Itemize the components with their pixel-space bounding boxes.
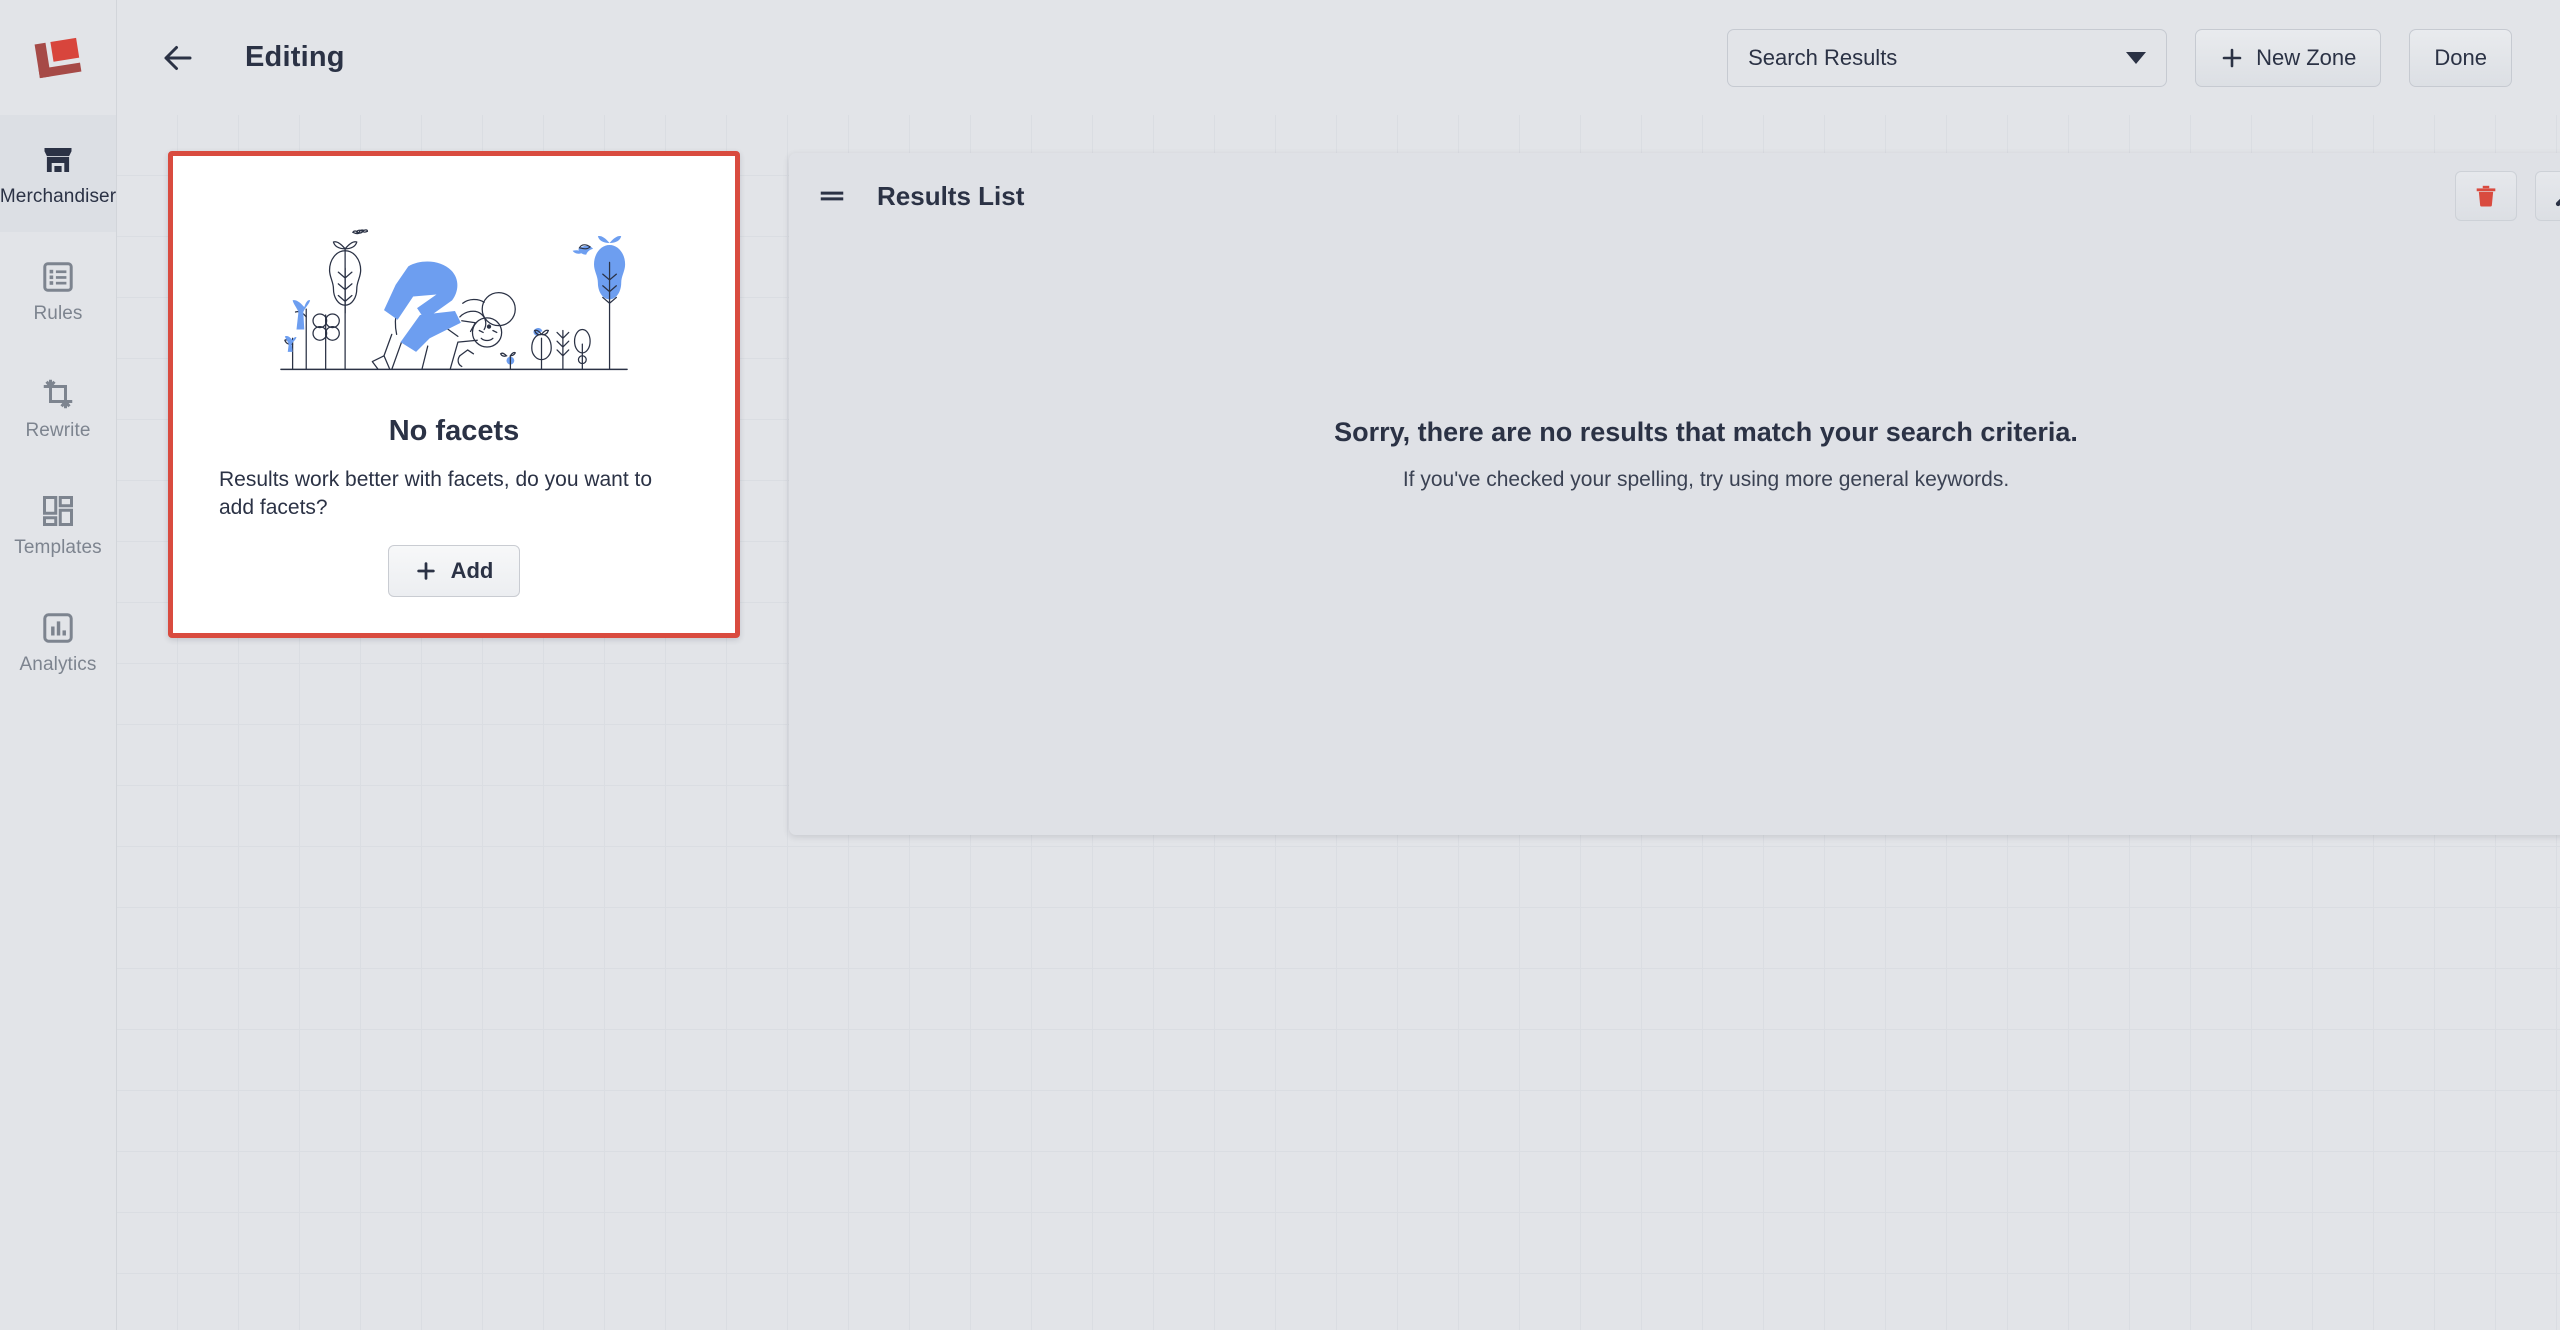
no-results-title: Sorry, there are no results that match y… (1334, 417, 2078, 447)
sidebar-item-label: Templates (14, 536, 102, 558)
done-button[interactable]: Done (2409, 28, 2512, 87)
trash-icon (2476, 185, 2496, 207)
app-logo[interactable] (0, 0, 116, 115)
results-list-actions (2455, 171, 2560, 221)
new-zone-button[interactable]: New Zone (2195, 28, 2382, 87)
results-list-header: Results List (789, 153, 2560, 239)
wrench-icon (2555, 198, 2560, 207)
crop-rewrite-icon (43, 379, 73, 408)
sidebar-item-analytics[interactable]: Analytics (0, 583, 116, 700)
list-rules-icon (43, 261, 73, 292)
grid-templates-icon (43, 495, 73, 526)
zone-canvas: No facets Results work better with facet… (117, 115, 2560, 1330)
lucidworks-logo-icon (34, 37, 82, 78)
results-list-title: Results List (877, 180, 1025, 211)
sidebar-item-label: Analytics (19, 653, 97, 675)
sidebar-item-templates[interactable]: Templates (0, 466, 116, 583)
sidebar-item-label: Merchandiser (0, 185, 117, 207)
results-list-empty-state: Sorry, there are no results that match y… (789, 239, 2560, 835)
drag-handle-icon[interactable] (817, 181, 847, 211)
zone-select-value: Search Results (1748, 44, 1898, 70)
storefront-icon (44, 147, 72, 172)
add-facet-label: Add (450, 557, 494, 583)
add-facet-button[interactable]: Add (387, 544, 521, 597)
top-toolbar: Editing Search Results New Zone Done (117, 0, 2560, 115)
new-zone-label: New Zone (2256, 44, 2357, 70)
bar-chart-icon (43, 612, 73, 643)
sidebar-item-rewrite[interactable]: Rewrite (0, 349, 116, 466)
done-label: Done (2434, 44, 2487, 70)
main-column: Editing Search Results New Zone Done No … (117, 0, 2560, 1330)
page-title: Editing (245, 41, 345, 73)
back-button[interactable] (149, 29, 207, 87)
widget-settings-button[interactable] (2535, 171, 2560, 221)
results-list-widget[interactable]: Results List Sorry, there are no results… (789, 153, 2560, 835)
plus-icon (2222, 48, 2242, 67)
gardening-person-plants-illustration (280, 229, 628, 371)
sidebar-item-label: Rewrite (25, 419, 91, 441)
zone-select[interactable]: Search Results (1727, 28, 2168, 87)
sidebar-item-rules[interactable]: Rules (0, 232, 116, 349)
arrow-left-icon (164, 45, 192, 70)
primary-sidebar: Merchandiser Rules Rewrite Templates Ana… (0, 0, 117, 1330)
facets-empty-description: Results work better with facets, do you … (219, 468, 653, 520)
no-results-subtitle: If you've checked your spelling, try usi… (1402, 468, 2010, 491)
app-root: Merchandiser Rules Rewrite Templates Ana… (0, 0, 2560, 1330)
sidebar-item-label: Rules (33, 302, 83, 324)
plus-icon (416, 561, 435, 580)
facets-empty-title: No facets (388, 415, 520, 447)
chevron-down-icon (2126, 51, 2147, 64)
facets-widget-card[interactable]: No facets Results work better with facet… (168, 151, 740, 638)
sidebar-item-merchandiser[interactable]: Merchandiser (0, 115, 116, 232)
delete-widget-button[interactable] (2455, 171, 2517, 221)
